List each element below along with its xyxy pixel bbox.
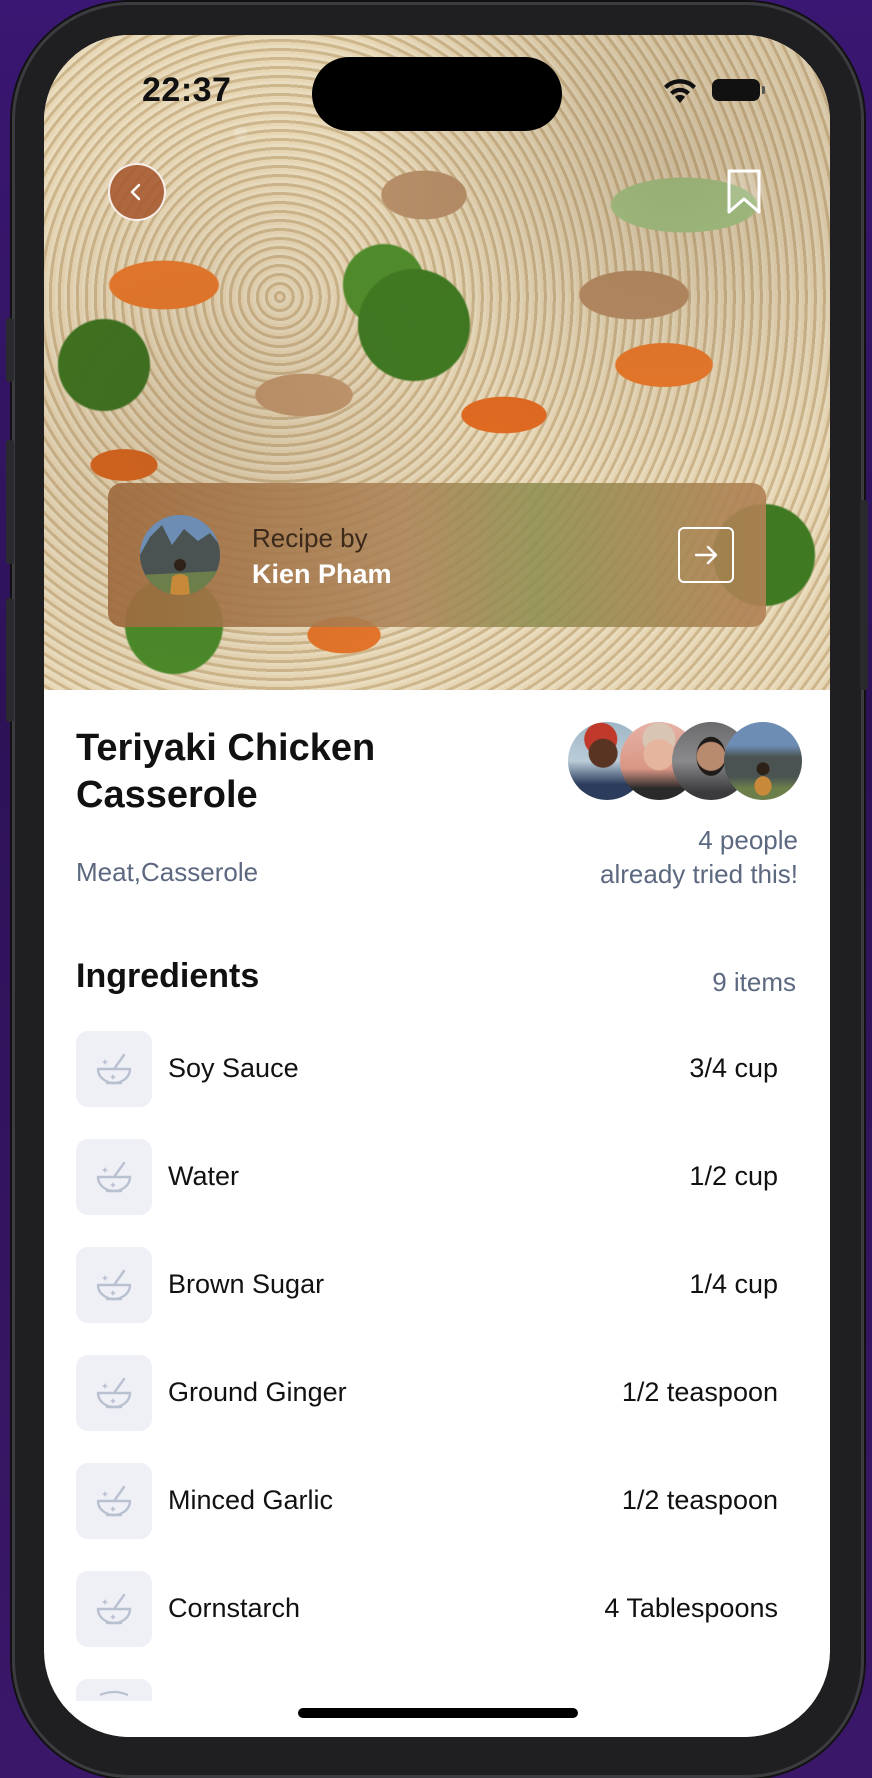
volume-down-button — [6, 598, 14, 722]
ingredient-amount: 1/2 teaspoon — [621, 1377, 778, 1407]
power-button — [860, 500, 868, 690]
ingredient-icon-box — [76, 1031, 152, 1107]
ingredient-name: Ground Ginger — [168, 1377, 347, 1407]
ingredient-amount: 4 Tablespoons — [604, 1593, 778, 1623]
ingredients-count: 9 items — [712, 967, 796, 997]
mortar-bowl-icon — [96, 1269, 132, 1301]
ingredient-list: Soy Sauce 3/4 cup Water 1/2 cup Brown Su… — [76, 1031, 794, 1679]
ingredient-icon-box — [76, 1463, 152, 1539]
chevron-left-icon — [130, 183, 141, 201]
bookmark-button[interactable] — [724, 168, 764, 216]
bookmark-icon — [727, 169, 761, 214]
ingredient-row[interactable]: Ground Ginger 1/2 teaspoon — [76, 1355, 794, 1463]
tried-avatars[interactable] — [568, 722, 808, 802]
author-card[interactable]: Recipe by Kien Pham — [108, 483, 766, 627]
ingredient-amount: 3/4 cup — [689, 1053, 778, 1083]
tried-count-text: 4 people already tried this! — [600, 823, 798, 891]
home-indicator[interactable] — [298, 1708, 578, 1718]
ingredient-icon-partial — [76, 1679, 152, 1701]
ingredient-icon-box — [76, 1139, 152, 1215]
dynamic-island — [312, 57, 562, 131]
mortar-bowl-icon — [96, 1377, 132, 1409]
ingredient-name: Minced Garlic — [168, 1485, 334, 1515]
tried-count-line1: 4 people — [698, 825, 798, 855]
screen: 22:37 Recipe by Kien Pham Teriyaki Chick… — [44, 35, 830, 1737]
silent-switch — [6, 318, 14, 382]
status-time: 22:37 — [142, 71, 232, 109]
mortar-bowl-icon — [96, 1485, 132, 1517]
author-avatar — [140, 515, 220, 595]
mortar-bowl-icon — [96, 1053, 132, 1085]
ingredient-icon-box — [76, 1247, 152, 1323]
author-profile-button[interactable] — [678, 527, 734, 583]
recipe-category: Meat,Casserole — [76, 857, 259, 887]
back-button[interactable] — [108, 163, 166, 221]
ingredient-name: Cornstarch — [168, 1593, 301, 1623]
ingredient-name: Water — [168, 1161, 240, 1191]
ingredient-row[interactable]: Soy Sauce 3/4 cup — [76, 1031, 794, 1139]
ingredient-amount: 1/2 cup — [689, 1161, 778, 1191]
bottom-fade — [44, 1701, 830, 1737]
mortar-bowl-icon — [96, 1593, 132, 1625]
tried-count-line2: already tried this! — [600, 859, 798, 889]
ingredient-amount: 1/4 cup — [689, 1269, 778, 1299]
ingredients-heading: Ingredients — [76, 957, 260, 995]
author-name[interactable]: Kien Pham — [252, 559, 392, 590]
recipe-by-label: Recipe by — [252, 523, 368, 553]
ingredient-row[interactable]: Water 1/2 cup — [76, 1139, 794, 1247]
recipe-title: Teriyaki Chicken Casserole — [76, 727, 376, 816]
arrow-right-icon — [694, 545, 718, 565]
battery-icon — [712, 79, 765, 101]
wifi-icon — [664, 79, 696, 103]
ingredient-row[interactable]: Minced Garlic 1/2 teaspoon — [76, 1463, 794, 1571]
avatar — [724, 722, 802, 800]
ingredient-name: Soy Sauce — [168, 1053, 299, 1083]
ingredient-row[interactable]: Brown Sugar 1/4 cup — [76, 1247, 794, 1355]
volume-up-button — [6, 440, 14, 564]
ingredient-amount: 1/2 teaspoon — [621, 1485, 778, 1515]
ingredient-icon-box — [76, 1355, 152, 1431]
ingredient-name: Brown Sugar — [168, 1269, 325, 1299]
status-icons — [662, 77, 782, 107]
ingredient-icon-box — [76, 1571, 152, 1647]
mortar-bowl-icon — [96, 1161, 132, 1193]
ingredient-row[interactable]: Cornstarch 4 Tablespoons — [76, 1571, 794, 1679]
